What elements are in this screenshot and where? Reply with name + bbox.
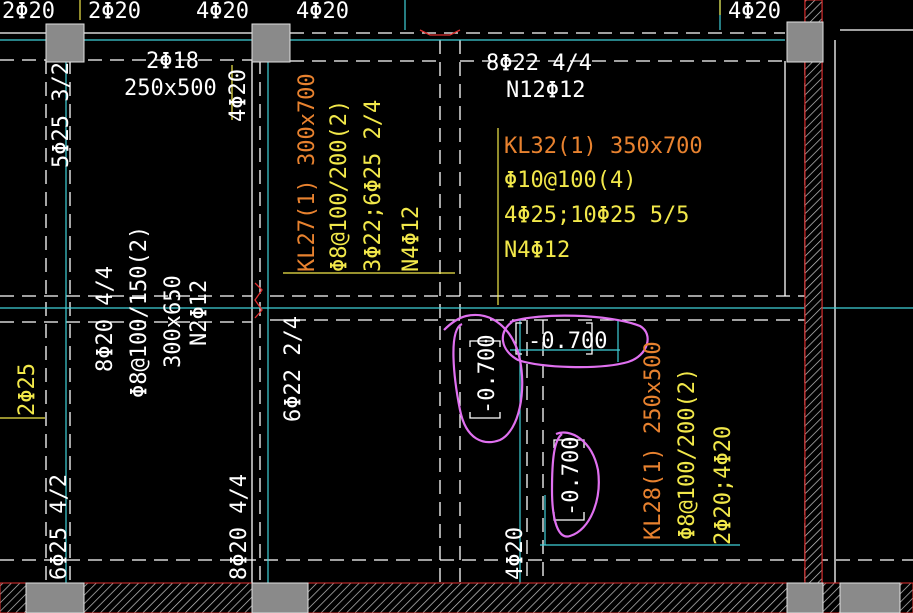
kl28-left-bars: 4Φ20 <box>503 527 528 580</box>
yellow-bar-label: 2Φ25 <box>15 363 40 416</box>
elevation-marker: -0.700 <box>515 322 607 355</box>
column <box>251 582 309 613</box>
kl28-bars: 2Φ20;4Φ20 <box>711 426 736 545</box>
bottom-mid-label: 8Φ20 4/4 <box>227 474 252 580</box>
top-label: 4Φ20 <box>296 0 349 24</box>
elevation-value: -0.700 <box>475 335 500 414</box>
hatched-wall-bottom <box>0 582 913 613</box>
bottom-bar-label: 6Φ25 4/2 <box>47 474 72 580</box>
kl32-waist: N4Φ12 <box>504 238 570 263</box>
column <box>786 21 824 63</box>
column <box>25 582 85 613</box>
kl32-name: KL32(1) 350x700 <box>504 134 703 159</box>
kl27-bottom-bars: 6Φ22 2/4 <box>281 316 306 422</box>
beam-vertical-line4: N2Φ12 <box>187 280 212 346</box>
beam-vertical-line2: Φ8@100/150(2) <box>127 226 152 398</box>
kl27-bars: 3Φ22;6Φ25 2/4 <box>361 100 386 272</box>
hatched-wall-right <box>804 0 823 584</box>
beam-side-bars: 4Φ20 <box>226 69 251 122</box>
top-label: 4Φ20 <box>728 0 781 24</box>
kl27-name: KL27(1) 300x700 <box>295 73 320 272</box>
elevation-value: -0.700 <box>559 437 584 516</box>
kl28-stirrup: Φ8@100/200(2) <box>675 368 700 540</box>
column <box>839 582 901 613</box>
beam-vertical-line1: 8Φ20 4/4 <box>93 266 118 372</box>
kl32-bars: 4Φ25;10Φ25 5/5 <box>504 203 689 228</box>
structural-beam-plan: 2Φ20 2Φ20 4Φ20 4Φ20 4Φ20 2Φ18 250x500 5Φ… <box>0 0 913 613</box>
kl27-stirrup: Φ8@100/200(2) <box>327 100 352 272</box>
top-right-beam-line2: N12Φ12 <box>506 78 585 103</box>
elevation-marker: -0.700 <box>553 437 585 521</box>
beam-size: 250x500 <box>124 76 217 101</box>
top-label: 2Φ20 <box>2 0 55 24</box>
beam-vertical-line3: 300x650 <box>161 275 186 368</box>
elevation-value: -0.700 <box>528 329 607 354</box>
top-right-beam-line1: 8Φ22 4/4 <box>486 51 592 76</box>
elevation-marker: -0.700 <box>469 335 501 419</box>
top-label: 2Φ20 <box>88 0 141 24</box>
beam-side-bars: 5Φ25 3/2 <box>49 62 74 168</box>
column <box>45 23 85 63</box>
top-label: 4Φ20 <box>196 0 249 24</box>
beam-top-bars: 2Φ18 <box>146 49 199 74</box>
kl32-stirrup: Φ10@100(4) <box>504 168 636 193</box>
kl28-name: KL28(1) 250x500 <box>641 341 666 540</box>
kl27-waist: N4Φ12 <box>399 206 424 272</box>
column <box>251 23 291 63</box>
column <box>786 582 824 613</box>
